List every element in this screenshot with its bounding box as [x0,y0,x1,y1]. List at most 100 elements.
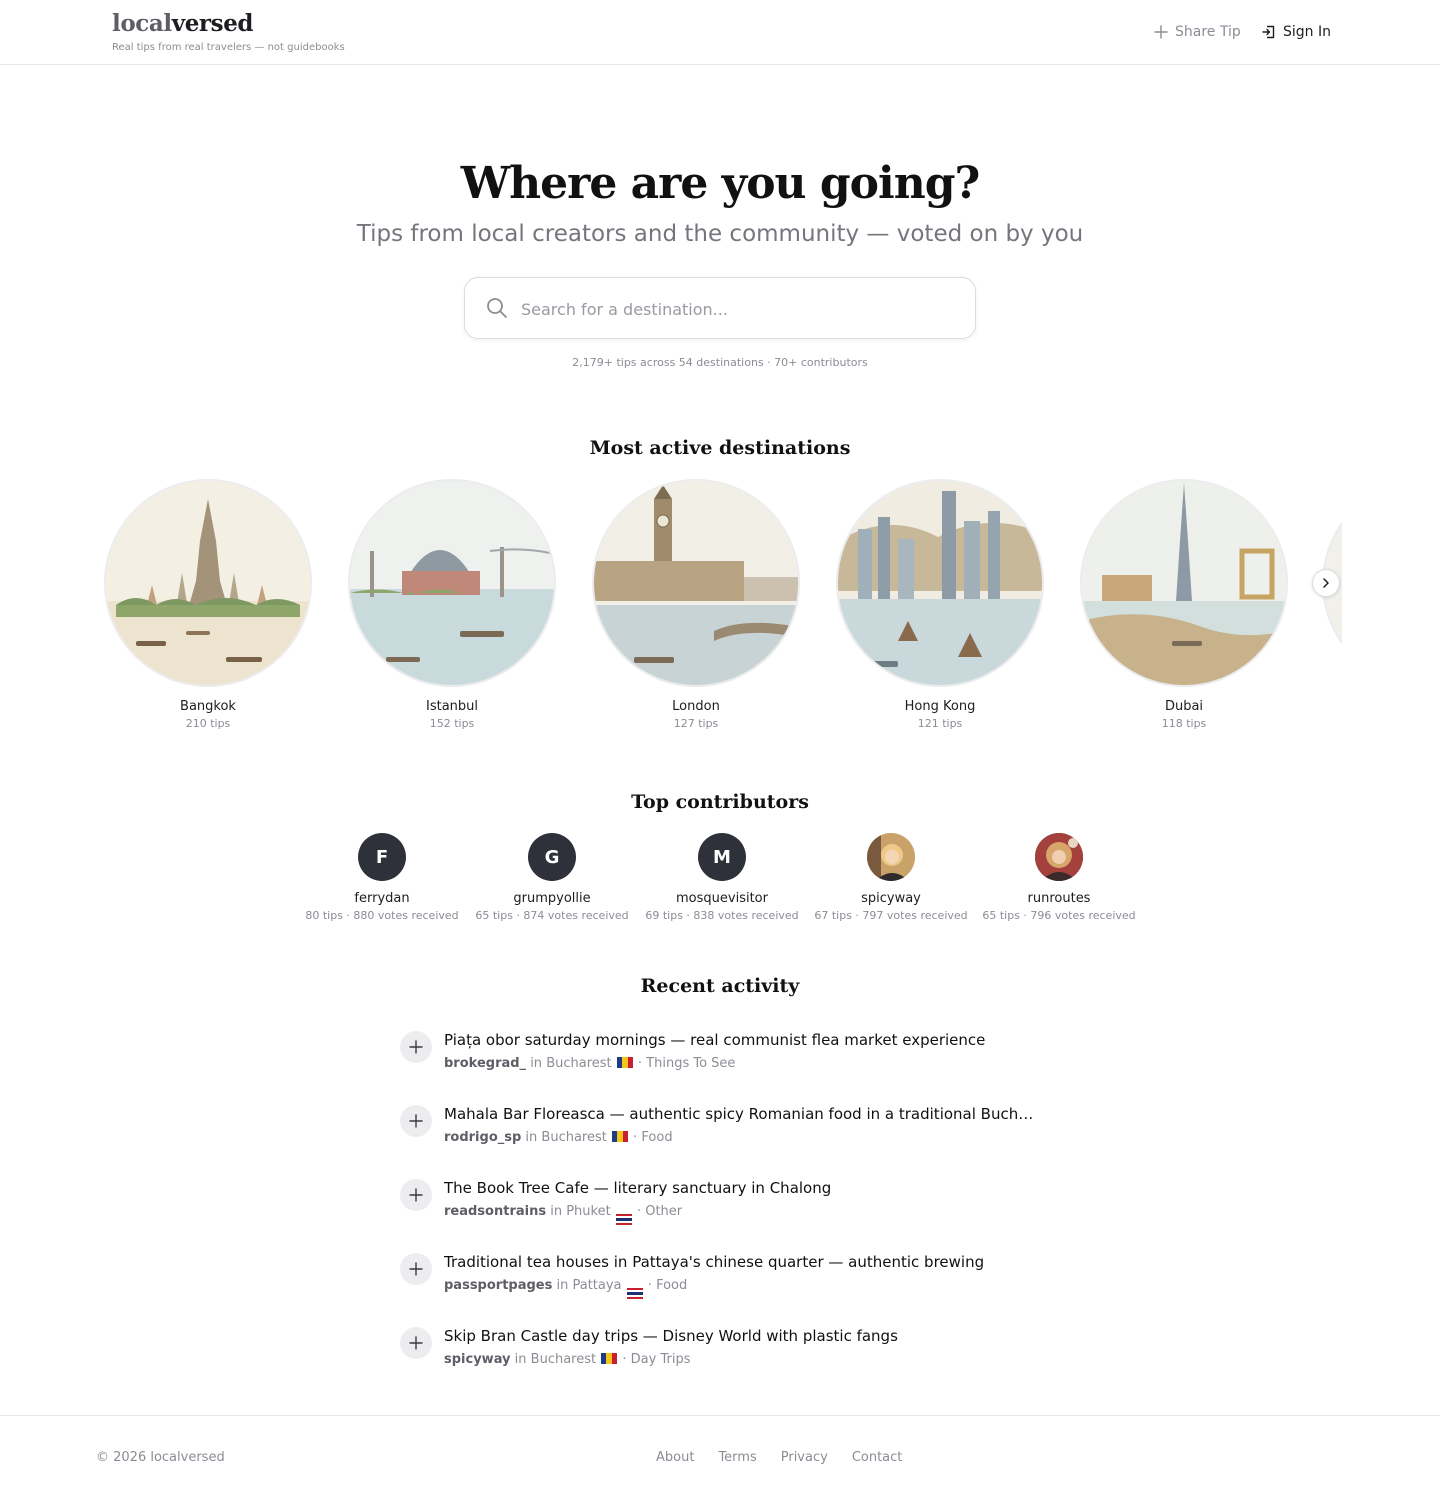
activity-meta: rodrigo_sp in Bucharest · Food [444,1130,673,1145]
share-tip-button[interactable]: Share Tip [1154,22,1241,42]
destination-image [348,479,556,687]
activity-item: Mahala Bar Floreasca — authentic spicy R… [400,1105,1050,1157]
activity-title-link[interactable]: Skip Bran Castle day trips — Disney Worl… [444,1327,1044,1345]
activity-city: Bucharest [541,1130,607,1145]
destination-name: Hong Kong [904,699,976,714]
contributors-title: Top contributors [631,791,809,813]
activity-item: Skip Bran Castle day trips — Disney Worl… [400,1327,1050,1379]
activity-meta: brokegrad_ in Bucharest · Things To See [444,1056,736,1071]
destination-image [592,479,800,687]
destination-name: Dubai [1164,699,1204,714]
footer-link-terms[interactable]: Terms [718,1450,756,1465]
add-tip-button[interactable] [400,1253,432,1285]
contributor-stats: 80 tips · 880 votes received [305,909,459,922]
activity-title-link[interactable]: The Book Tree Cafe — literary sanctuary … [444,1179,1044,1197]
thailand-flag-icon [615,1214,632,1225]
hero-subtitle: Tips from local creators and the communi… [356,221,1084,247]
contributor-card[interactable]: runroutes 65 tips · 796 votes received [979,833,1139,922]
romania-flag-icon [616,1057,633,1068]
contributor-stats: 69 tips · 838 votes received [645,909,799,922]
activity-category: · Day Trips [618,1352,691,1367]
logo[interactable]: localversed [112,10,254,37]
activity-title-link[interactable]: Mahala Bar Floreasca — authentic spicy R… [444,1105,1036,1123]
activity-meta: passportpages in Pattaya · Food [444,1278,687,1299]
plus-icon [409,1040,423,1054]
activity-user-link[interactable]: passportpages [444,1278,552,1293]
plus-icon [1154,25,1168,39]
activity-meta: spicyway in Bucharest · Day Trips [444,1352,691,1367]
destination-card-london[interactable]: London 127 tips [592,479,800,730]
destination-tip-count: 152 tips [429,717,475,730]
activity-category: · Food [643,1278,688,1293]
footer-links: About Terms Privacy Contact [656,1450,902,1465]
destination-tip-count: 118 tips [1161,717,1207,730]
share-tip-label: Share Tip [1175,24,1241,40]
activity-item: Piața obor saturday mornings — real comm… [400,1031,1050,1083]
add-tip-button[interactable] [400,1031,432,1063]
activity-city: Pattaya [572,1278,622,1293]
carousel-next-button[interactable] [1312,569,1340,597]
sign-in-icon [1262,25,1275,39]
search-icon [487,298,507,318]
plus-icon [409,1262,423,1276]
destination-card-istanbul[interactable]: Istanbul 152 tips [348,479,556,730]
avatar: M [698,833,746,881]
activity-user-link[interactable]: rodrigo_sp [444,1130,521,1145]
thailand-flag-icon [626,1288,643,1299]
site-stats: 2,179+ tips across 54 destinations · 70+… [572,356,868,369]
footer-link-about[interactable]: About [656,1450,694,1465]
footer-link-contact[interactable]: Contact [852,1450,903,1465]
activity-city: Bucharest [546,1056,612,1071]
activity-title-link[interactable]: Traditional tea houses in Pattaya's chin… [444,1253,1044,1271]
activity-user-link[interactable]: spicyway [444,1352,511,1367]
destination-tip-count: 210 tips [185,717,231,730]
contributor-card[interactable]: F ferrydan 80 tips · 880 votes received [302,833,462,922]
add-tip-button[interactable] [400,1179,432,1211]
avatar-photo [1035,833,1083,881]
destination-image [1080,479,1288,687]
activity-meta: readsontrains in Phuket · Other [444,1204,682,1225]
plus-icon [409,1188,423,1202]
avatar-photo [867,833,915,881]
plus-icon [409,1336,423,1350]
add-tip-button[interactable] [400,1327,432,1359]
activity-city: Phuket [566,1204,611,1219]
contributor-card[interactable]: M mosquevisitor 69 tips · 838 votes rece… [642,833,802,922]
contributor-name: mosquevisitor [676,891,768,906]
activity-category: · Things To See [633,1056,736,1071]
activity-city: Bucharest [530,1352,597,1367]
sign-in-label: Sign In [1283,24,1331,40]
contributor-stats: 67 tips · 797 votes received [814,909,968,922]
destination-card-dubai[interactable]: Dubai 118 tips [1080,479,1288,730]
copyright: © 2026 localversed [96,1450,225,1465]
hero-title: Where are you going? [460,158,980,209]
contributor-card[interactable]: G grumpyollie 65 tips · 874 votes receiv… [472,833,632,922]
footer-link-privacy[interactable]: Privacy [781,1450,828,1465]
activity-title-link[interactable]: Piața obor saturday mornings — real comm… [444,1031,1044,1049]
destinations-title: Most active destinations [589,437,851,459]
sign-in-button[interactable]: Sign In [1262,22,1331,42]
destination-name: Istanbul [425,699,478,714]
site-header: localversed Real tips from real traveler… [0,0,1440,65]
activity-title: Recent activity [640,975,800,997]
destination-card-hong-kong[interactable]: Hong Kong 121 tips [836,479,1044,730]
destination-card-bangkok[interactable]: Bangkok 210 tips [104,479,312,730]
contributor-card[interactable]: spicyway 67 tips · 797 votes received [811,833,971,922]
destination-search[interactable] [464,277,976,339]
destination-tip-count: 121 tips [917,717,963,730]
romania-flag-icon [612,1131,629,1142]
destination-name: London [672,699,720,714]
avatar: G [528,833,576,881]
contributor-stats: 65 tips · 874 votes received [475,909,629,922]
activity-item: Traditional tea houses in Pattaya's chin… [400,1253,1050,1305]
contributor-name: runroutes [1027,891,1091,906]
activity-item: The Book Tree Cafe — literary sanctuary … [400,1179,1050,1231]
chevron-right-icon [1323,578,1329,588]
search-input[interactable] [521,292,951,326]
activity-user-link[interactable]: brokegrad_ [444,1056,526,1071]
avatar: F [358,833,406,881]
add-tip-button[interactable] [400,1105,432,1137]
activity-user-link[interactable]: readsontrains [444,1204,546,1219]
destination-image [836,479,1044,687]
activity-category: · Other [632,1204,683,1219]
